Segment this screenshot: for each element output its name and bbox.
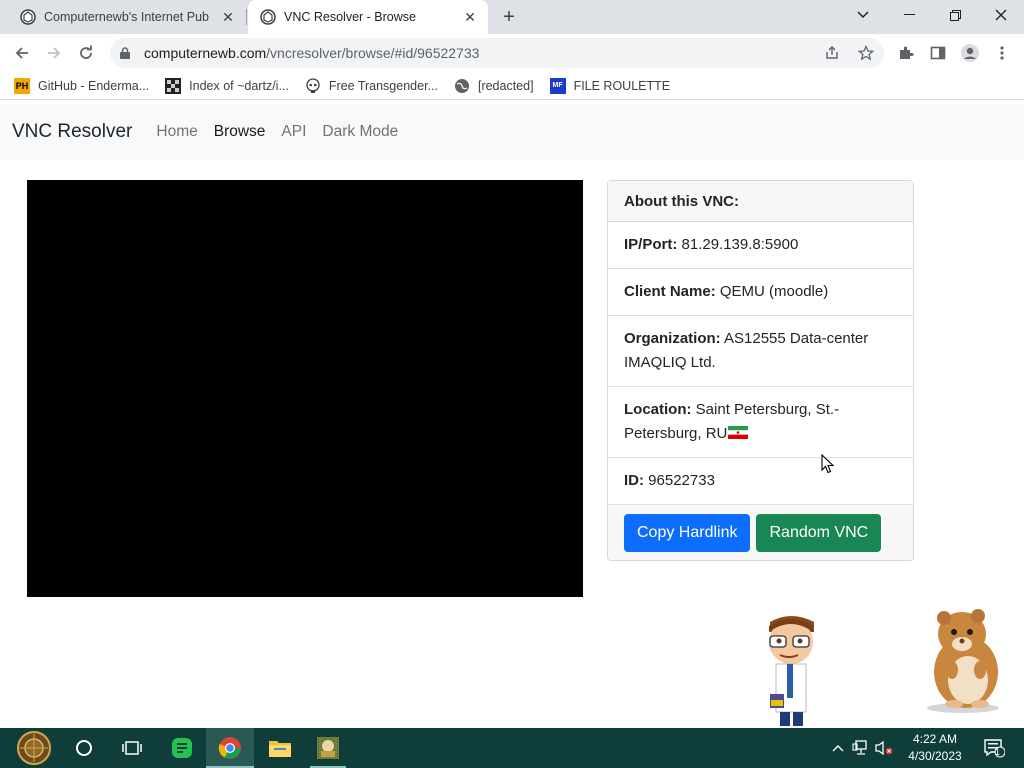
random-vnc-button[interactable]: Random VNC bbox=[756, 513, 882, 552]
browser-toolbar: computernewb.com/vncresolver/browse/#id/… bbox=[0, 34, 1024, 72]
organization-row: Organization: AS12555 Data-center IMAQLI… bbox=[608, 316, 913, 387]
ip-port-label: IP/Port: bbox=[624, 236, 678, 253]
id-row: ID: 96522733 bbox=[608, 458, 913, 505]
bookmark-item[interactable]: Index of ~dartz/i... bbox=[157, 74, 297, 98]
id-label: ID: bbox=[624, 472, 644, 489]
card-footer: Copy Hardlink Random VNC bbox=[608, 505, 913, 560]
bookmark-item[interactable]: PH GitHub - Enderma... bbox=[6, 74, 157, 98]
vnc-info-card: About this VNC: IP/Port: 81.29.139.8:590… bbox=[607, 180, 914, 561]
forward-arrow-icon[interactable] bbox=[41, 41, 67, 65]
bookmark-label: Free Transgender... bbox=[328, 78, 438, 93]
copy-hardlink-button[interactable]: Copy Hardlink bbox=[624, 513, 751, 552]
tab-vnc-resolver[interactable]: VNC Resolver - Browse ✕ bbox=[248, 0, 488, 34]
client-name-value: QEMU (moodle) bbox=[719, 283, 829, 300]
location-row: Location: Saint Petersburg, St.-Petersbu… bbox=[608, 387, 913, 458]
bookmark-label: GitHub - Enderma... bbox=[38, 78, 150, 93]
site-brand[interactable]: VNC Resolver bbox=[12, 121, 132, 143]
computernewb-favicon-icon bbox=[20, 9, 36, 25]
tab-title: VNC Resolver - Browse bbox=[284, 10, 416, 24]
clock-time: 4:22 AM bbox=[912, 732, 958, 746]
profile-avatar-icon[interactable] bbox=[957, 41, 983, 65]
site-navbar: VNC Resolver Home Browse API Dark Mode bbox=[0, 104, 1024, 160]
cortana-search-icon[interactable] bbox=[60, 728, 108, 768]
nav-api[interactable]: API bbox=[273, 123, 314, 141]
back-arrow-icon[interactable] bbox=[9, 41, 35, 65]
minimize-button[interactable] bbox=[886, 0, 932, 30]
organization-label: Organization: bbox=[624, 330, 721, 347]
tab-separator bbox=[246, 9, 247, 25]
globe-icon bbox=[454, 78, 470, 94]
bookmark-label: FILE ROULETTE bbox=[573, 78, 671, 93]
nav-home[interactable]: Home bbox=[148, 123, 205, 141]
address-bar[interactable]: computernewb.com/vncresolver/browse/#id/… bbox=[110, 38, 884, 68]
share-icon[interactable] bbox=[822, 44, 842, 62]
nav-dark-mode[interactable]: Dark Mode bbox=[314, 123, 406, 141]
windows-taskbar: 4:22 AM 4/30/2023 1 bbox=[0, 728, 1024, 768]
bookmark-item[interactable]: MF FILE ROULETTE bbox=[542, 74, 679, 98]
bookmark-item[interactable]: Free Transgender... bbox=[297, 74, 446, 98]
restore-button[interactable] bbox=[932, 0, 978, 30]
action-center-icon[interactable]: 1 bbox=[982, 738, 1006, 758]
task-view-icon[interactable] bbox=[108, 728, 156, 768]
side-panel-icon[interactable] bbox=[925, 41, 951, 65]
desktop-buddy-man bbox=[762, 612, 820, 733]
bookmark-star-icon[interactable] bbox=[856, 44, 876, 62]
volume-muted-icon[interactable] bbox=[874, 738, 894, 758]
ip-port-row: IP/Port: 81.29.139.8:5900 bbox=[608, 222, 913, 269]
start-button[interactable] bbox=[10, 728, 58, 768]
nav-browse[interactable]: Browse bbox=[206, 123, 274, 141]
url-path: /vncresolver/browse/#id/96522733 bbox=[266, 45, 480, 61]
system-clock[interactable]: 4:22 AM 4/30/2023 bbox=[898, 731, 972, 765]
grid-logo-icon bbox=[165, 77, 182, 94]
close-window-button[interactable] bbox=[978, 0, 1024, 30]
notification-count: 1 bbox=[995, 747, 1001, 757]
id-value: 96522733 bbox=[648, 472, 715, 489]
new-tab-button[interactable]: + bbox=[498, 6, 520, 28]
app-green-chat-icon[interactable] bbox=[158, 728, 206, 768]
pornhub-logo-icon: PH bbox=[14, 77, 30, 94]
tab-search-chevron-icon[interactable] bbox=[840, 0, 886, 30]
computernewb-favicon-icon bbox=[260, 9, 276, 25]
client-name-row: Client Name: QEMU (moodle) bbox=[608, 269, 913, 316]
desktop-buddy-hamster bbox=[918, 604, 1008, 719]
extensions-puzzle-icon[interactable] bbox=[893, 41, 919, 65]
location-label: Location: bbox=[624, 401, 692, 418]
url-text: computernewb.com/vncresolver/browse/#id/… bbox=[144, 45, 479, 61]
file-explorer-icon[interactable] bbox=[256, 728, 304, 768]
chrome-taskbar-icon[interactable] bbox=[206, 728, 254, 768]
card-header: About this VNC: bbox=[608, 181, 913, 222]
bookmarks-bar: PH GitHub - Enderma... Index of ~dartz/i… bbox=[0, 72, 1024, 100]
ip-port-value: 81.29.139.8:5900 bbox=[681, 236, 799, 253]
close-tab-icon[interactable]: ✕ bbox=[460, 7, 480, 27]
show-hidden-icons-chevron-icon[interactable] bbox=[828, 738, 848, 758]
bookmark-item[interactable]: [redacted] bbox=[446, 74, 542, 98]
reload-icon[interactable] bbox=[73, 41, 99, 65]
tab-title: Computernewb's Internet Pub bbox=[44, 10, 209, 24]
kebab-menu-icon[interactable] bbox=[989, 41, 1015, 65]
bookmark-label: [redacted] bbox=[477, 78, 534, 93]
tab-computernewb[interactable]: Computernewb's Internet Pub ✕ bbox=[8, 0, 246, 34]
flag-icon bbox=[728, 423, 749, 439]
app-thumbnail-icon[interactable] bbox=[304, 728, 352, 768]
url-host: computernewb.com bbox=[144, 45, 267, 61]
skull-icon bbox=[305, 77, 321, 94]
close-tab-icon[interactable]: ✕ bbox=[218, 7, 238, 27]
bookmark-label: Index of ~dartz/i... bbox=[189, 78, 289, 93]
vnc-screenshot bbox=[27, 180, 583, 597]
file-roulette-icon: MF bbox=[549, 77, 566, 94]
clock-date: 4/30/2023 bbox=[908, 749, 962, 763]
lock-icon[interactable] bbox=[120, 47, 132, 59]
tab-strip: Computernewb's Internet Pub ✕ VNC Resolv… bbox=[0, 0, 1024, 34]
mouse-cursor-icon bbox=[821, 453, 835, 479]
client-name-label: Client Name: bbox=[624, 283, 716, 300]
network-icon[interactable] bbox=[851, 738, 871, 758]
web-page: VNC Resolver Home Browse API Dark Mode A… bbox=[0, 104, 1024, 728]
